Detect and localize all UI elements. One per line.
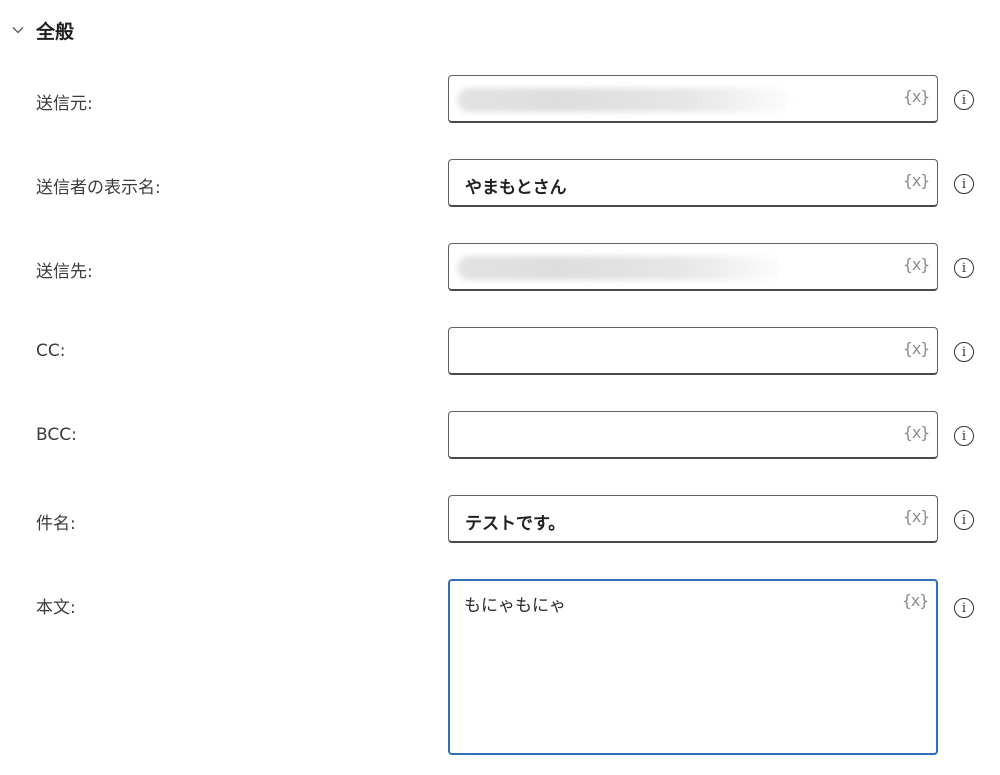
bcc-label: BCC: [36,425,77,445]
from-label: 送信元: [36,94,93,114]
variable-icon[interactable]: {x} [902,591,929,610]
variable-icon[interactable]: {x} [903,339,930,358]
bcc-input[interactable]: {x} [448,411,938,459]
info-icon[interactable]: i [954,510,974,530]
display-name-input[interactable]: やまもとさん {x} [448,159,938,207]
section-header-general[interactable]: 全般 [10,14,74,46]
variable-icon[interactable]: {x} [903,87,930,106]
cc-label: CC: [36,341,66,361]
chevron-down-icon [10,22,26,38]
section-title: 全般 [36,20,75,43]
redacted-value [457,256,783,280]
subject-value: テストです。 [465,514,566,534]
cc-input[interactable]: {x} [448,327,938,375]
body-value: もにゃもにゃ [464,596,566,616]
body-label: 本文: [36,598,76,618]
variable-icon[interactable]: {x} [903,423,930,442]
info-icon[interactable]: i [954,342,974,362]
variable-icon[interactable]: {x} [903,507,930,526]
info-icon[interactable]: i [954,598,974,618]
variable-icon[interactable]: {x} [903,171,930,190]
redacted-value [457,88,793,112]
display-name-label: 送信者の表示名: [36,178,161,198]
subject-label: 件名: [36,514,76,534]
body-textarea[interactable]: もにゃもにゃ {x} [448,579,938,755]
info-icon[interactable]: i [954,426,974,446]
display-name-value: やまもとさん [465,178,567,198]
info-icon[interactable]: i [954,174,974,194]
info-icon[interactable]: i [954,258,974,278]
info-icon[interactable]: i [954,90,974,110]
to-label: 送信先: [36,262,93,282]
to-input[interactable]: {x} [448,243,938,291]
from-input[interactable]: {x} [448,75,938,123]
variable-icon[interactable]: {x} [903,255,930,274]
subject-input[interactable]: テストです。 {x} [448,495,938,543]
